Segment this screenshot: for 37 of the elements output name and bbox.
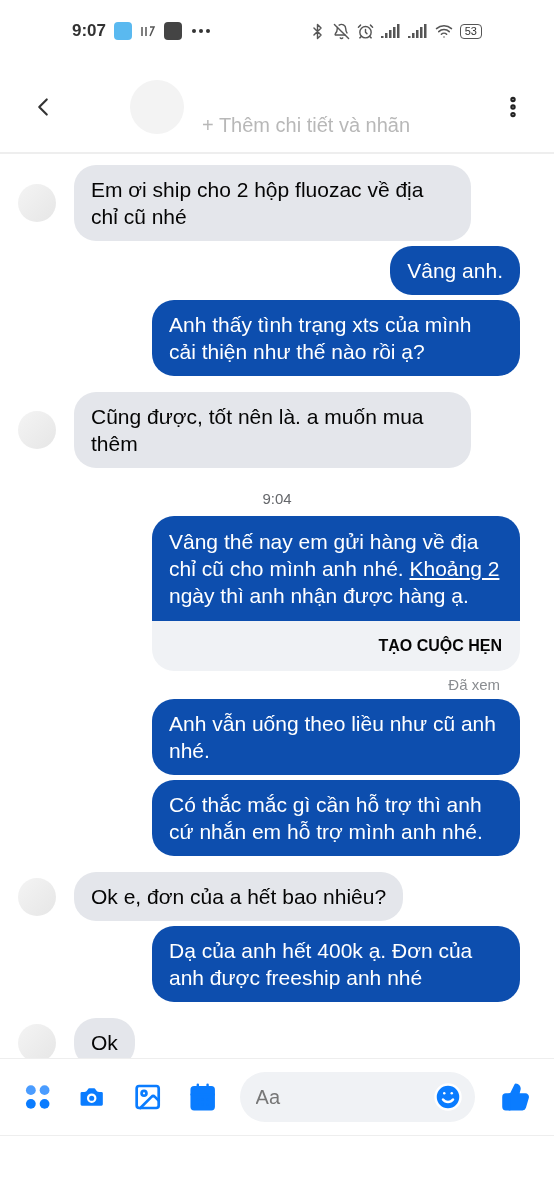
message-text: Cũng được, tốt nên là. a muốn mua thêm	[91, 404, 425, 457]
message-text: Ok e, đơn của a hết bao nhiêu?	[91, 884, 387, 910]
message-text: Ok	[91, 1030, 118, 1056]
outgoing-bubble[interactable]: Anh vẫn uống theo liều như cũ anh nhé.	[152, 699, 520, 775]
incoming-bubble[interactable]: Ok	[74, 1018, 135, 1058]
date-link[interactable]: Khoảng 2	[409, 556, 500, 580]
bell-off-icon	[332, 22, 350, 40]
more-icon	[192, 29, 211, 33]
signal-icon	[407, 24, 428, 38]
alarm-icon	[356, 22, 374, 40]
outgoing-bubble[interactable]: Dạ của anh hết 400k ạ. Đơn của anh được freeship anh nhé	[152, 926, 520, 1002]
battery-icon: 53	[459, 23, 482, 39]
message-text: Em ơi ship cho 2 hộp fluozac về địa chỉ cũ nhé	[91, 177, 425, 230]
seen-status: Đã xem	[448, 674, 500, 695]
message-card[interactable]: Vâng thế nay em gửi hàng về địa chỉ cũ cho mình anh nhé. Khoảng 2 ngày thì anh nhận được hàng ạ. TẠO CUỘC HẸN	[152, 515, 520, 671]
outgoing-bubble[interactable]: Vâng anh.	[390, 246, 520, 295]
incoming-bubble[interactable]: Cũng được, tốt nên là. a muốn mua thêm	[74, 392, 471, 468]
gallery-icon[interactable]	[132, 1082, 163, 1112]
timestamp: 9:04	[262, 489, 292, 509]
message-text: Vâng anh.	[407, 258, 503, 284]
status-time: 9:07	[72, 20, 107, 43]
outgoing-bubble[interactable]: Anh thấy tình trạng xts của mình cải thiện như thế nào rồi ạ?	[152, 300, 520, 376]
create-appointment-button[interactable]: TẠO CUỘC HẸN	[378, 633, 502, 658]
wifi-icon	[434, 22, 453, 40]
outgoing-bubble[interactable]: Có thắc mắc gì cần hỗ trợ thì anh cứ nhắn em hỗ trợ mình anh nhé.	[152, 780, 520, 856]
message-text: Có thắc mắc gì cần hỗ trợ thì anh cứ nhắn em hỗ trợ mình anh nhé.	[169, 792, 484, 845]
message-text: Anh vẫn uống theo liều như cũ anh nhé.	[169, 711, 497, 764]
signal-icon	[380, 24, 401, 38]
message-input[interactable]: Aa	[239, 1072, 475, 1122]
calendar-icon[interactable]	[188, 1082, 218, 1112]
message-text: Dạ của anh hết 400k ạ. Đơn của anh được freeship anh nhé	[169, 938, 474, 991]
message-text: Anh thấy tình trạng xts của mình cải thiện như thế nào rồi ạ?	[169, 312, 473, 365]
apps-icon[interactable]	[24, 1084, 52, 1110]
message-text: Vâng thế nay em gửi hàng về địa chỉ cũ cho mình anh nhé. Khoảng 2 ngày thì anh nhận được hàng ạ.	[169, 528, 501, 609]
incoming-bubble[interactable]: Em ơi ship cho 2 hộp fluozac về địa chỉ cũ nhé	[74, 165, 471, 241]
incoming-bubble[interactable]: Ok e, đơn của a hết bao nhiêu?	[74, 872, 404, 921]
like-icon[interactable]	[500, 1082, 530, 1112]
